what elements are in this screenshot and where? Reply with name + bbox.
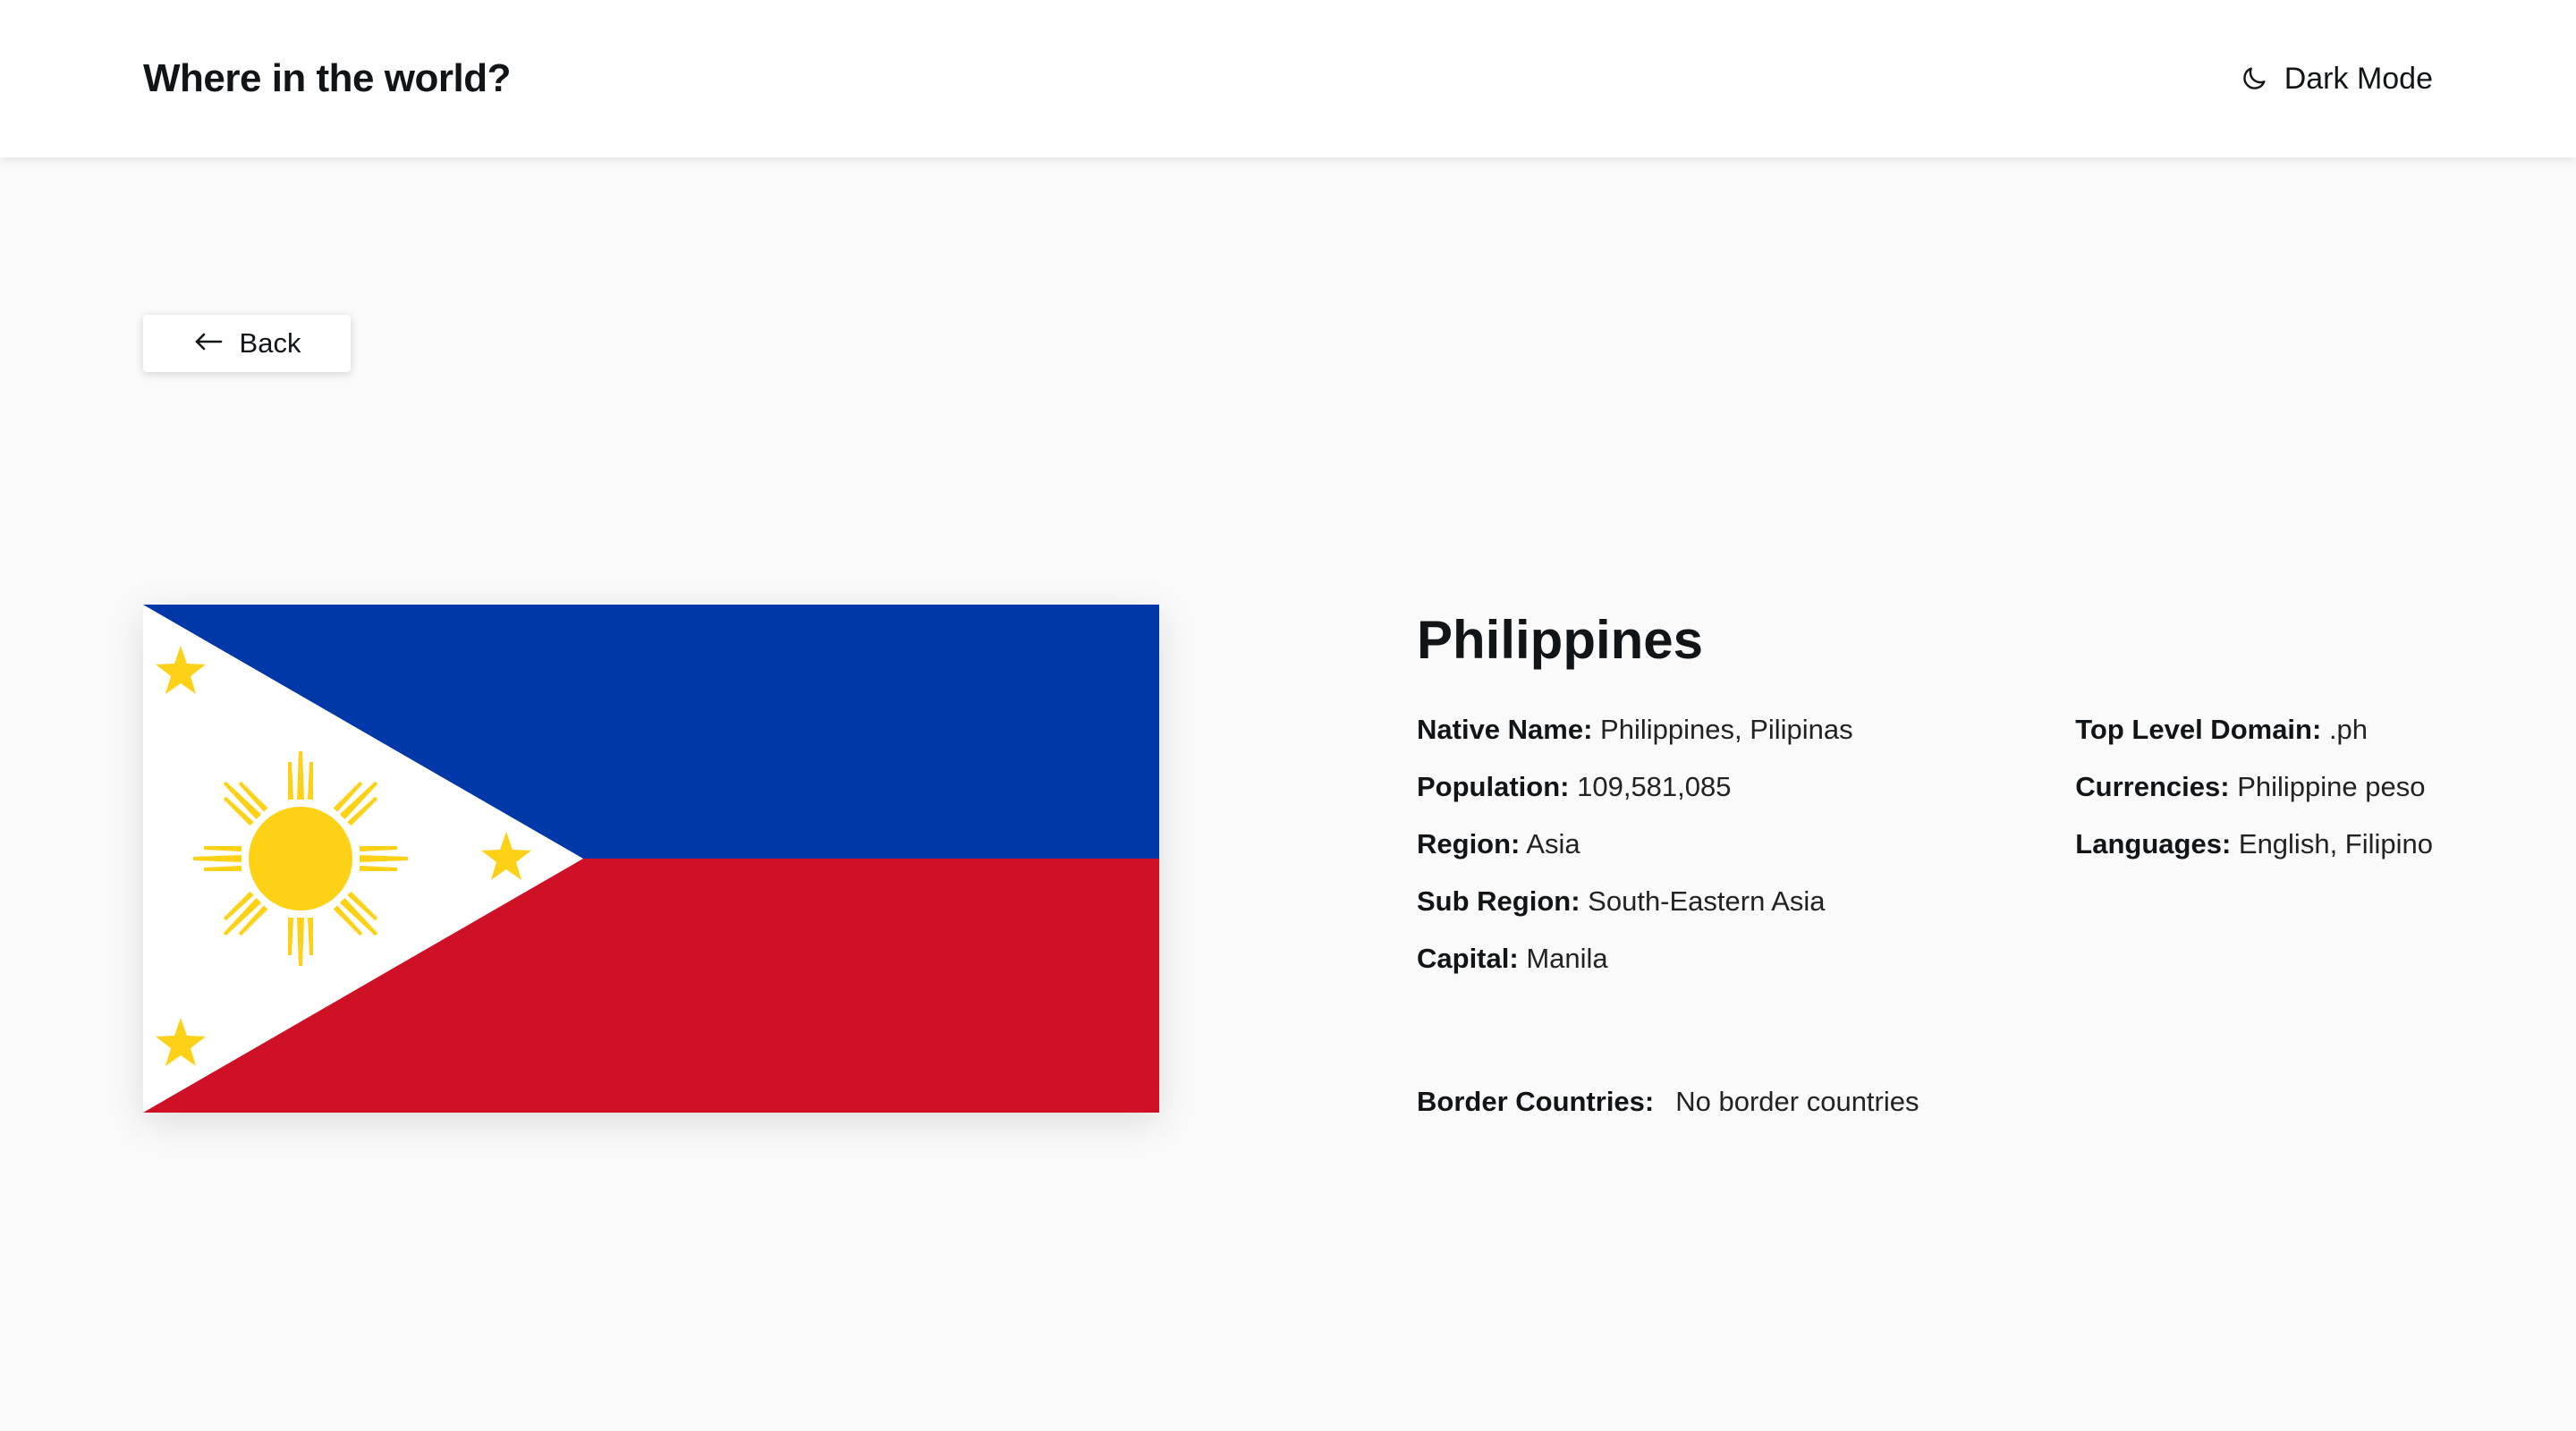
field-key: Capital: [1417,943,1519,974]
currencies-row: Currencies: Philippine peso [2075,769,2433,805]
field-value: South-Eastern Asia [1588,885,1826,917]
field-key: Sub Region: [1417,885,1580,917]
field-key: Native Name: [1417,714,1593,745]
field-key: Population: [1417,771,1570,802]
border-countries-value: No border countries [1675,1086,1919,1117]
app-title: Where in the world? [143,56,511,100]
top-level-domain-row: Top Level Domain: .ph [2075,712,2433,748]
dark-mode-toggle[interactable]: Dark Mode [2240,62,2433,97]
population-row: Population: 109,581,085 [1417,769,1853,805]
field-value: English, Filipino [2238,828,2433,859]
dark-mode-label: Dark Mode [2284,61,2433,96]
arrow-left-icon [193,327,224,360]
border-countries-label: Border Countries: [1417,1086,1655,1117]
field-value: Philippines, Pilipinas [1600,714,1853,745]
info-column-left: Native Name: Philippines, Pilipinas Popu… [1417,712,1853,998]
languages-row: Languages: English, Filipino [2075,826,2433,862]
back-label: Back [239,327,301,359]
country-details: Philippines Native Name: Philippines, Pi… [1417,608,2433,1118]
country-flag [143,605,1159,1113]
native-name-row: Native Name: Philippines, Pilipinas [1417,712,1853,748]
field-key: Currencies: [2075,771,2230,802]
info-columns: Native Name: Philippines, Pilipinas Popu… [1417,712,2433,998]
field-key: Top Level Domain: [2075,714,2322,745]
field-key: Languages: [2075,828,2232,859]
top-header: Where in the world? Dark Mode [0,0,2576,157]
field-value: Manila [1526,943,1608,974]
moon-icon [2240,64,2268,93]
region-row: Region: Asia [1417,826,1853,862]
info-column-right: Top Level Domain: .ph Currencies: Philip… [2075,712,2433,998]
back-button[interactable]: Back [143,315,351,372]
field-key: Region: [1417,828,1521,859]
field-value: Philippine peso [2237,771,2426,802]
field-value: 109,581,085 [1577,771,1732,802]
field-value: .ph [2328,714,2368,745]
sub-region-row: Sub Region: South-Eastern Asia [1417,884,1853,919]
philippines-flag [143,605,1159,1113]
country-name: Philippines [1417,610,1704,670]
border-countries-row: Border Countries: No border countries [1417,1086,2433,1118]
field-value: Asia [1526,828,1580,859]
capital-row: Capital: Manila [1417,941,1853,977]
